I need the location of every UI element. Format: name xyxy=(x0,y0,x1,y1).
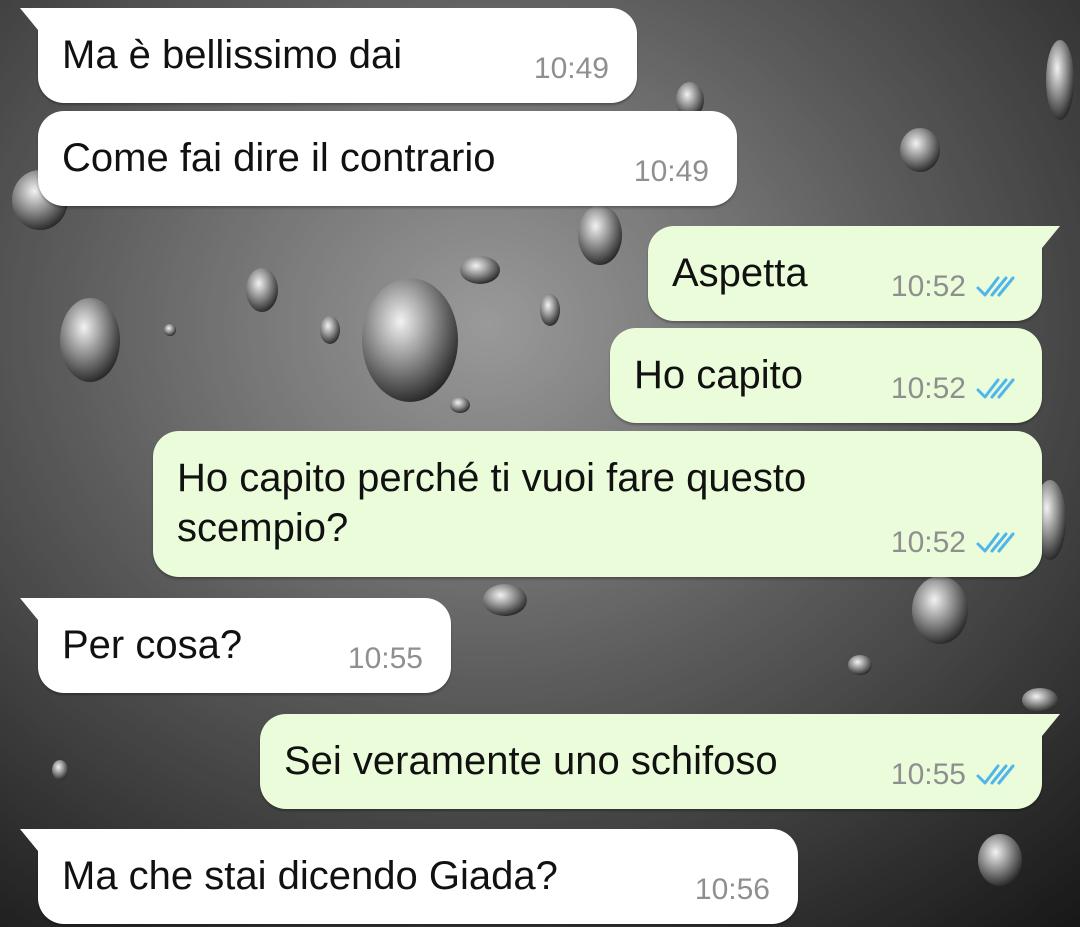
message-bubble-incoming[interactable]: Ma che stai dicendo Giada? 10:56 xyxy=(20,829,798,924)
message-text: Ho capito perché ti vuoi fare questo sce… xyxy=(177,456,807,550)
message-bubble-outgoing[interactable]: Aspetta 10:52 xyxy=(648,226,1060,321)
message-meta: 10:55 xyxy=(891,755,1018,795)
message-time: 10:52 xyxy=(890,372,966,405)
message-text: Come fai dire il contrario xyxy=(62,136,496,180)
double-check-read-icon xyxy=(976,378,1015,399)
message-meta: 10:52 xyxy=(891,523,1018,563)
chat-message-list: Ma è bellissimo dai 10:49 Come fai dire … xyxy=(0,0,1080,927)
message-meta: 10:52 xyxy=(891,369,1018,409)
message-time: 10:56 xyxy=(694,873,770,906)
message-time: 10:55 xyxy=(347,642,423,675)
message-text: Ho capito xyxy=(634,353,803,397)
message-bubble-incoming[interactable]: Ma è bellissimo dai 10:49 xyxy=(20,8,637,103)
message-bubble-incoming[interactable]: Per cosa? 10:55 xyxy=(20,598,451,693)
message-text: Per cosa? xyxy=(62,623,243,667)
bubble-tail xyxy=(20,8,38,30)
bubble-tail xyxy=(20,829,38,851)
double-check-read-icon xyxy=(976,764,1015,785)
message-text: Aspetta xyxy=(672,251,808,295)
message-text: Ma che stai dicendo Giada? xyxy=(62,854,558,898)
message-text: Ma è bellissimo dai xyxy=(62,33,403,77)
message-bubble-outgoing[interactable]: Ho capito perché ti vuoi fare questo sce… xyxy=(153,431,1042,577)
message-time: 10:52 xyxy=(890,270,966,303)
message-time: 10:49 xyxy=(533,52,609,85)
message-bubble-outgoing[interactable]: Sei veramente uno schifoso 10:55 xyxy=(260,714,1060,809)
message-bubble-incoming[interactable]: Come fai dire il contrario 10:49 xyxy=(38,111,737,206)
message-time: 10:49 xyxy=(633,155,709,188)
message-meta: 10:49 xyxy=(634,152,709,192)
message-text: Sei veramente uno schifoso xyxy=(284,739,778,783)
bubble-tail xyxy=(1042,226,1060,248)
message-bubble-outgoing[interactable]: Ho capito 10:52 xyxy=(610,328,1042,423)
double-check-read-icon xyxy=(976,532,1015,553)
message-time: 10:55 xyxy=(890,758,966,791)
message-meta: 10:52 xyxy=(891,267,1018,307)
message-meta: 10:56 xyxy=(695,870,770,910)
message-meta: 10:55 xyxy=(348,639,423,679)
bubble-tail xyxy=(20,598,38,620)
message-meta: 10:49 xyxy=(534,49,609,89)
bubble-tail xyxy=(1042,714,1060,736)
message-time: 10:52 xyxy=(890,526,966,559)
double-check-read-icon xyxy=(976,276,1015,297)
